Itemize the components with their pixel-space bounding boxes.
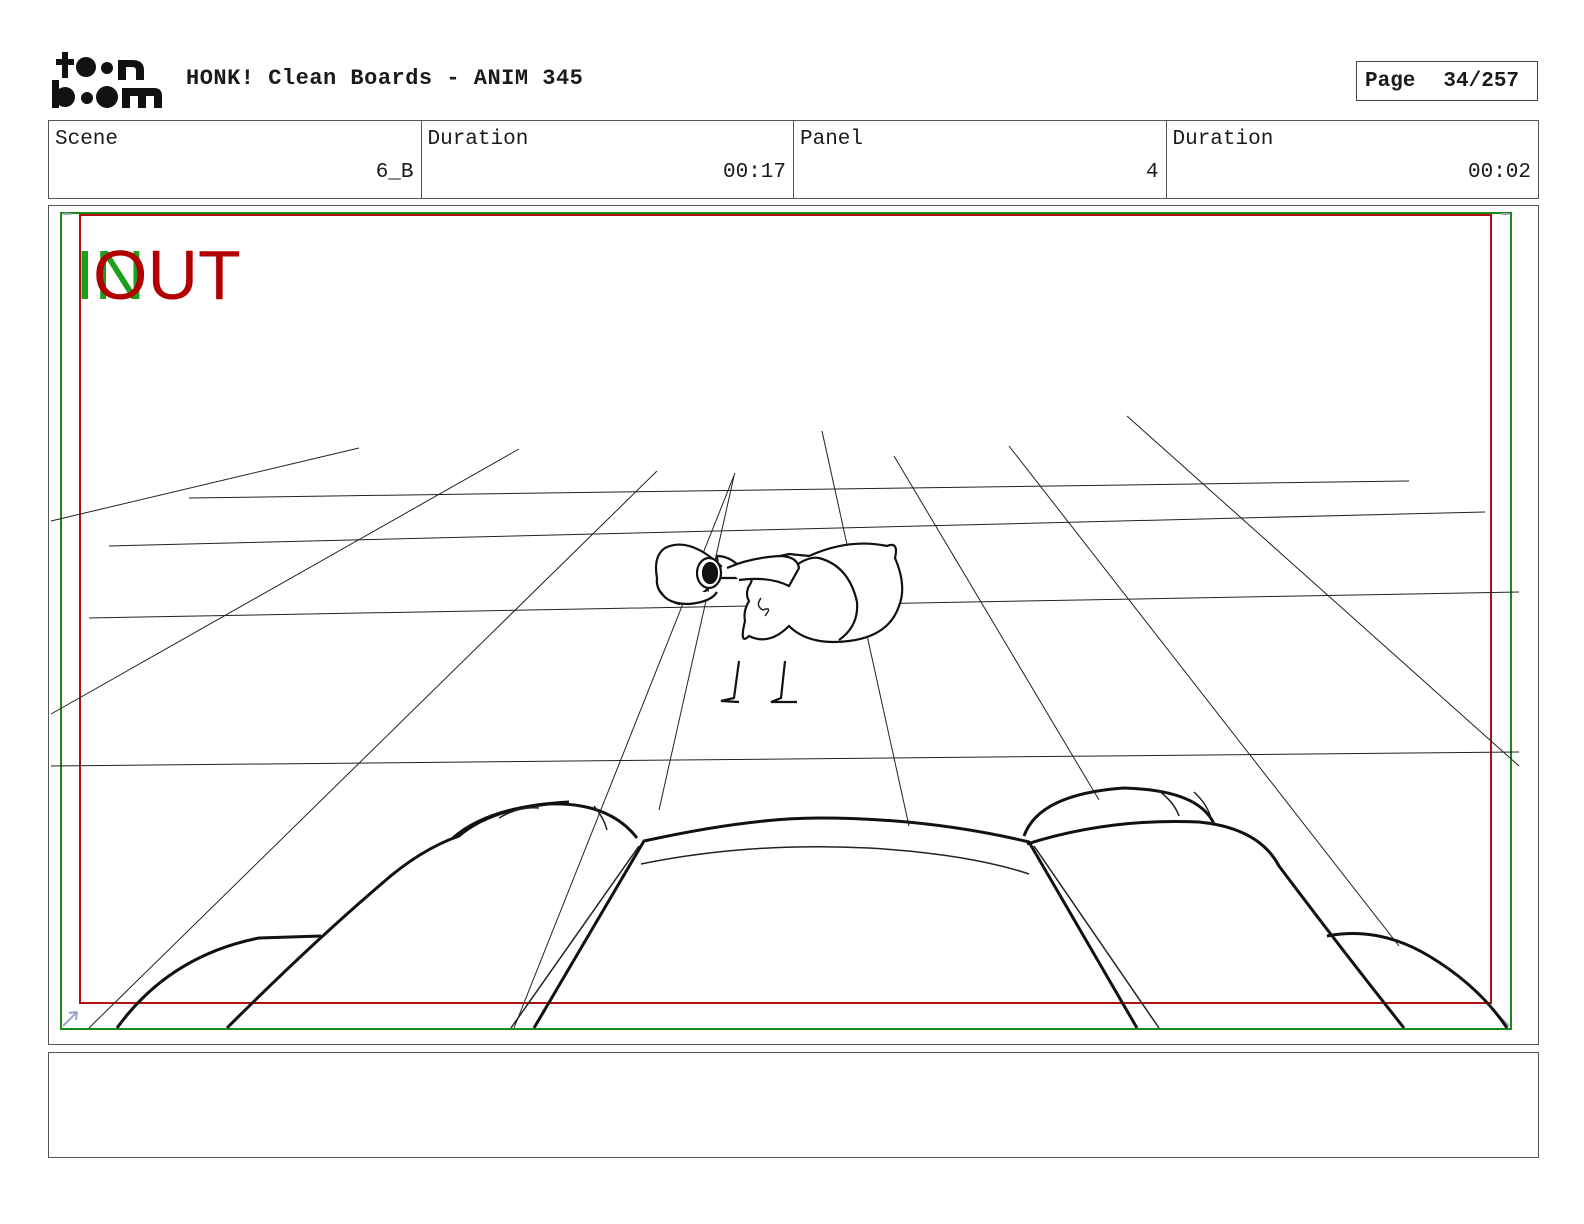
out-marker: OUT: [93, 236, 241, 314]
panel-value: 4: [1145, 161, 1159, 184]
panel-notes-box: [48, 1052, 1539, 1158]
car-hood: [115, 786, 1509, 1030]
scene-duration-label: Duration: [427, 128, 529, 151]
storyboard-panel: IN OUT: [48, 205, 1539, 1045]
page-number: 34/257: [1443, 69, 1520, 93]
panel-duration-value: 00:02: [1467, 161, 1531, 184]
panel-cell: Panel 4: [794, 121, 1167, 198]
scene-duration-cell: Duration 00:17: [422, 121, 794, 198]
scene-cell: Scene 6_B: [49, 121, 422, 198]
goose-character: [654, 542, 904, 704]
panel-duration-cell: Duration 00:02: [1167, 121, 1539, 198]
page-indicator: Page 34/257: [1356, 61, 1538, 101]
toonboom-logo: [52, 52, 164, 110]
panel-duration-label: Duration: [1172, 128, 1274, 151]
scene-info-table: Scene 6_B Duration 00:17 Panel 4 Duratio…: [48, 120, 1539, 199]
scene-duration-value: 00:17: [722, 161, 786, 184]
page-label: Page: [1365, 69, 1416, 93]
document-title: HONK! Clean Boards - ANIM 345: [186, 66, 584, 91]
panel-drawing: IN OUT: [50, 212, 1520, 1030]
scene-value: 6_B: [375, 161, 414, 184]
panel-label: Panel: [800, 128, 864, 151]
scene-label: Scene: [55, 128, 119, 151]
